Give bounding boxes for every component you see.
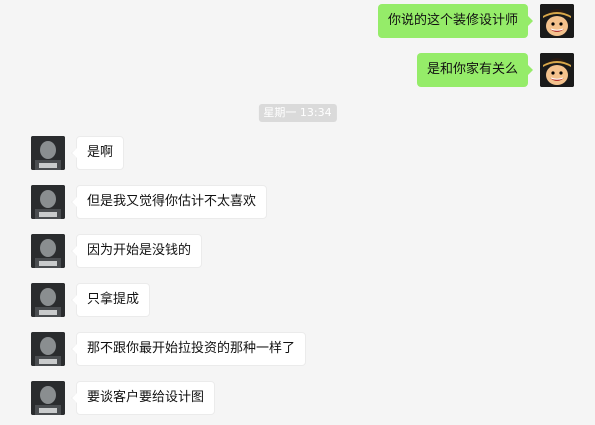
message-bubble-outgoing[interactable]: 你说的这个装修设计师 (377, 4, 534, 38)
my-avatar[interactable] (540, 4, 574, 38)
my-avatar[interactable] (540, 53, 574, 87)
contact-avatar[interactable] (31, 332, 65, 366)
contact-avatar[interactable] (31, 185, 65, 219)
message-row-incoming: 是啊 (31, 136, 125, 170)
message-bubble-incoming[interactable]: 是啊 (70, 136, 125, 170)
chat-window: 你说的这个装修设计师 是和你家有关么 星期一 13:34 是啊 但是我又觉得你估… (0, 0, 595, 425)
contact-avatar[interactable] (31, 283, 65, 317)
time-separator: 星期一 13:34 (258, 104, 337, 122)
message-row-incoming: 要谈客户要给设计图 (31, 381, 216, 415)
message-row-outgoing: 是和你家有关么 (416, 53, 574, 87)
message-row-outgoing: 你说的这个装修设计师 (377, 4, 574, 38)
contact-avatar[interactable] (31, 234, 65, 268)
message-bubble-incoming[interactable]: 要谈客户要给设计图 (70, 381, 216, 415)
message-row-incoming: 只拿提成 (31, 283, 151, 317)
message-row-incoming: 但是我又觉得你估计不太喜欢 (31, 185, 268, 219)
message-bubble-incoming[interactable]: 只拿提成 (70, 283, 151, 317)
contact-avatar[interactable] (31, 136, 65, 170)
message-bubble-incoming[interactable]: 但是我又觉得你估计不太喜欢 (70, 185, 268, 219)
message-row-incoming: 因为开始是没钱的 (31, 234, 203, 268)
message-bubble-outgoing[interactable]: 是和你家有关么 (416, 53, 534, 87)
contact-avatar[interactable] (31, 381, 65, 415)
message-row-incoming: 那不跟你最开始拉投资的那种一样了 (31, 332, 307, 366)
message-bubble-incoming[interactable]: 因为开始是没钱的 (70, 234, 203, 268)
message-bubble-incoming[interactable]: 那不跟你最开始拉投资的那种一样了 (70, 332, 307, 366)
